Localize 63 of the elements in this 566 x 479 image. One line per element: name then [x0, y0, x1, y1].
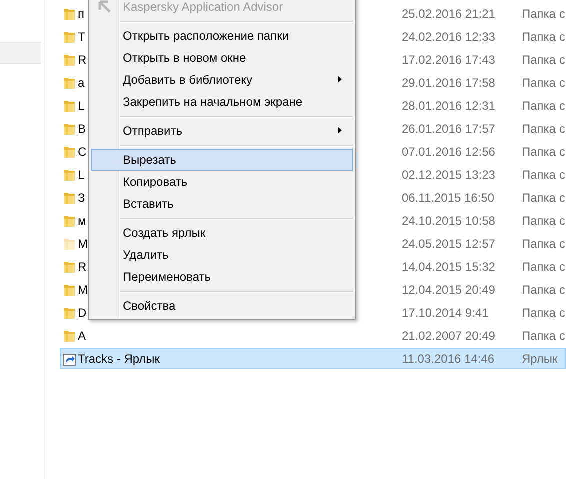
- file-date: 17.10.2014 9:41: [402, 306, 490, 320]
- menu-item[interactable]: Вставить: [91, 193, 353, 215]
- file-name[interactable]: L: [78, 168, 85, 182]
- menu-item[interactable]: Отправить: [91, 120, 353, 142]
- menu-item[interactable]: Копировать: [91, 171, 353, 193]
- menu-item[interactable]: Добавить в библиотеку: [91, 69, 353, 91]
- file-name[interactable]: C: [78, 144, 87, 158]
- file-name[interactable]: L: [78, 98, 85, 112]
- file-name[interactable]: R: [78, 260, 87, 274]
- file-name[interactable]: M: [78, 236, 88, 250]
- file-date: 21.02.2007 20:49: [402, 328, 496, 342]
- file-type: Папка с: [522, 190, 566, 204]
- nav-item[interactable]: [0, 42, 41, 64]
- file-name[interactable]: З: [78, 190, 86, 204]
- file-name[interactable]: M: [78, 282, 88, 296]
- menu-item[interactable]: Создать ярлык: [91, 222, 353, 244]
- file-date: 29.01.2016 17:58: [402, 76, 496, 90]
- file-date: 28.01.2016 12:31: [402, 98, 496, 112]
- file-date: 06.11.2015 16:50: [402, 190, 496, 204]
- menu-item[interactable]: Удалить: [91, 244, 353, 266]
- file-name[interactable]: м: [78, 214, 86, 228]
- file-name[interactable]: a: [78, 76, 85, 90]
- file-date: 24.10.2015 10:58: [402, 214, 496, 228]
- file-type: Папка с: [522, 328, 566, 342]
- file-name[interactable]: B: [78, 122, 86, 136]
- file-date: 11.03.2016 14:46: [402, 352, 496, 366]
- file-name[interactable]: R: [78, 52, 87, 66]
- file-date: 02.12.2015 13:23: [402, 168, 496, 182]
- app-icon: [98, 0, 112, 14]
- file-type: Папка с: [522, 144, 566, 158]
- menu-item[interactable]: Переименовать: [91, 266, 353, 288]
- file-date: 14.04.2015 15:32: [402, 260, 496, 274]
- file-type: Папка с: [522, 236, 566, 250]
- file-date: 24.02.2016 12:33: [402, 30, 496, 44]
- file-type: Папка с: [522, 122, 566, 136]
- file-name: Tracks - Ярлык: [78, 352, 160, 366]
- file-name[interactable]: D: [78, 306, 87, 320]
- file-date: 25.02.2016 21:21: [402, 6, 496, 20]
- file-type: Папка с: [522, 306, 566, 320]
- file-date: 17.02.2016 17:43: [402, 52, 496, 66]
- file-name[interactable]: A: [78, 328, 86, 342]
- file-type: Папка с: [522, 214, 566, 228]
- file-date: 07.01.2016 12:56: [402, 144, 496, 158]
- file-date: 26.01.2016 17:57: [402, 122, 496, 136]
- file-type: Папка с: [522, 52, 566, 66]
- menu-item[interactable]: Открыть в новом окне: [91, 47, 353, 69]
- file-type: Папка с: [522, 168, 566, 182]
- file-name[interactable]: T: [78, 30, 86, 44]
- menu-item[interactable]: Закрепить на начальном экране: [91, 91, 353, 113]
- menu-item[interactable]: Вырезать: [91, 149, 353, 171]
- file-type: Папка с: [522, 282, 566, 296]
- file-date: 12.04.2015 20:49: [402, 282, 496, 296]
- file-type: Папка с: [522, 98, 566, 112]
- file-type: Папка с: [522, 6, 566, 20]
- file-type: Папка с: [522, 30, 566, 44]
- file-type: Папка с: [522, 260, 566, 274]
- file-type: Папка с: [522, 76, 566, 90]
- file-type: Ярлык: [522, 352, 558, 366]
- menu-item[interactable]: Свойства: [91, 295, 353, 317]
- file-name[interactable]: п: [78, 6, 84, 20]
- menu-item[interactable]: Открыть расположение папки: [91, 25, 353, 47]
- file-date: 24.05.2015 12:57: [402, 236, 496, 250]
- file-row[interactable]: Tracks - Ярлык 11.03.2016 14:46 Ярлык: [60, 348, 566, 369]
